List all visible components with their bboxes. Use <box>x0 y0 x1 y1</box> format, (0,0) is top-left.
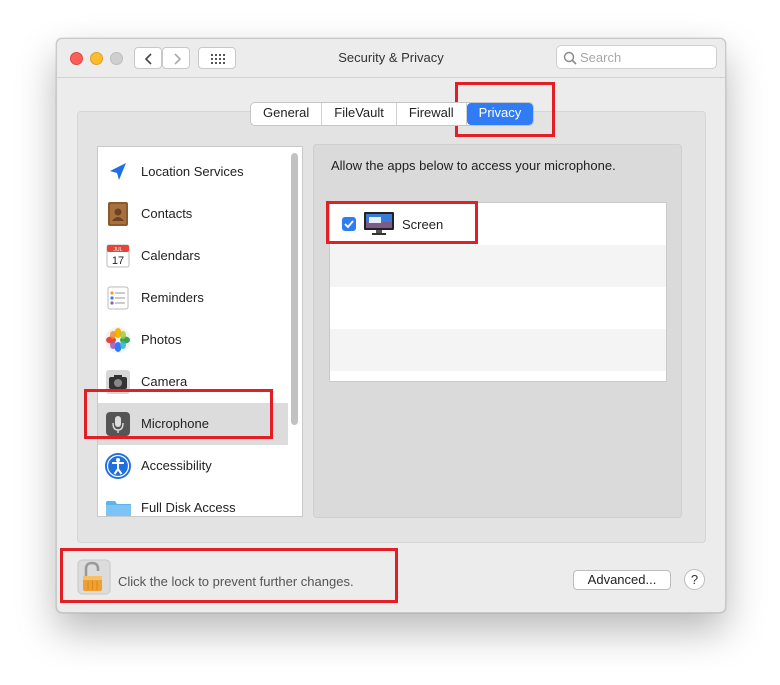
folder-icon <box>106 501 131 516</box>
app-checkbox[interactable] <box>342 217 356 231</box>
svg-text:JUL: JUL <box>114 247 123 253</box>
svg-text:17: 17 <box>112 255 124 267</box>
sidebar-item-label: Accessibility <box>141 458 212 473</box>
sidebar-item-label: Contacts <box>141 206 193 221</box>
app-permission-list: Screen <box>329 202 667 382</box>
search-placeholder: Search <box>580 50 622 65</box>
sidebar-item-microphone[interactable]: Microphone <box>98 403 288 445</box>
empty-row <box>330 287 666 329</box>
sidebar-item-location-services[interactable]: Location Services <box>98 151 288 193</box>
sidebar-item-full-disk-access[interactable]: Full Disk Access <box>98 487 288 516</box>
search-icon <box>563 51 577 65</box>
app-name: Screen <box>402 217 444 232</box>
title-bar: Security & Privacy Search <box>57 39 725 78</box>
sidebar-item-label: Reminders <box>141 290 204 305</box>
camera-icon <box>106 370 130 394</box>
search-field[interactable]: Search <box>556 45 717 69</box>
sidebar-item-calendars[interactable]: JUL 17 Calendars <box>98 235 288 277</box>
sidebar-item-label: Photos <box>141 332 182 347</box>
contacts-book-icon <box>108 202 128 226</box>
checkmark-icon <box>344 220 354 229</box>
location-arrow-icon <box>110 163 126 180</box>
sidebar-item-contacts[interactable]: Contacts <box>98 193 288 235</box>
photos-flower-icon <box>105 327 131 353</box>
reminders-list-icon <box>107 286 129 310</box>
preferences-window: Security & Privacy Search General FileVa… <box>56 38 726 613</box>
tab-bar: General FileVault Firewall Privacy <box>250 102 535 126</box>
sidebar-item-label: Full Disk Access <box>141 500 236 515</box>
sidebar-item-label: Microphone <box>141 416 209 431</box>
empty-row <box>330 245 666 287</box>
sidebar-scrollbar[interactable] <box>291 153 298 425</box>
tab-privacy[interactable]: Privacy <box>466 103 534 125</box>
help-button[interactable]: ? <box>684 569 705 590</box>
calendar-icon: JUL 17 <box>106 244 130 268</box>
advanced-button[interactable]: Advanced... <box>573 570 671 590</box>
accessibility-icon <box>105 453 131 479</box>
lock-icon[interactable] <box>77 559 111 595</box>
sidebar-item-label: Location Services <box>141 164 244 179</box>
privacy-category-list: Location Services Contacts JUL 17 Calend… <box>97 146 303 517</box>
privacy-description: Allow the apps below to access your micr… <box>331 158 616 173</box>
sidebar-item-label: Calendars <box>141 248 201 263</box>
screen-monitor-icon <box>364 212 394 235</box>
tab-firewall[interactable]: Firewall <box>397 103 467 125</box>
sidebar-item-accessibility[interactable]: Accessibility <box>98 445 288 487</box>
tab-filevault[interactable]: FileVault <box>322 103 397 125</box>
sidebar-item-reminders[interactable]: Reminders <box>98 277 288 319</box>
empty-row <box>330 329 666 371</box>
tab-general[interactable]: General <box>251 103 323 125</box>
sidebar-item-label: Camera <box>141 374 188 389</box>
sidebar-item-camera[interactable]: Camera <box>98 361 288 403</box>
microphone-icon <box>106 412 130 436</box>
lock-status-text: Click the lock to prevent further change… <box>118 574 354 589</box>
sidebar-item-photos[interactable]: Photos <box>98 319 288 361</box>
app-row-screen[interactable]: Screen <box>330 203 666 245</box>
